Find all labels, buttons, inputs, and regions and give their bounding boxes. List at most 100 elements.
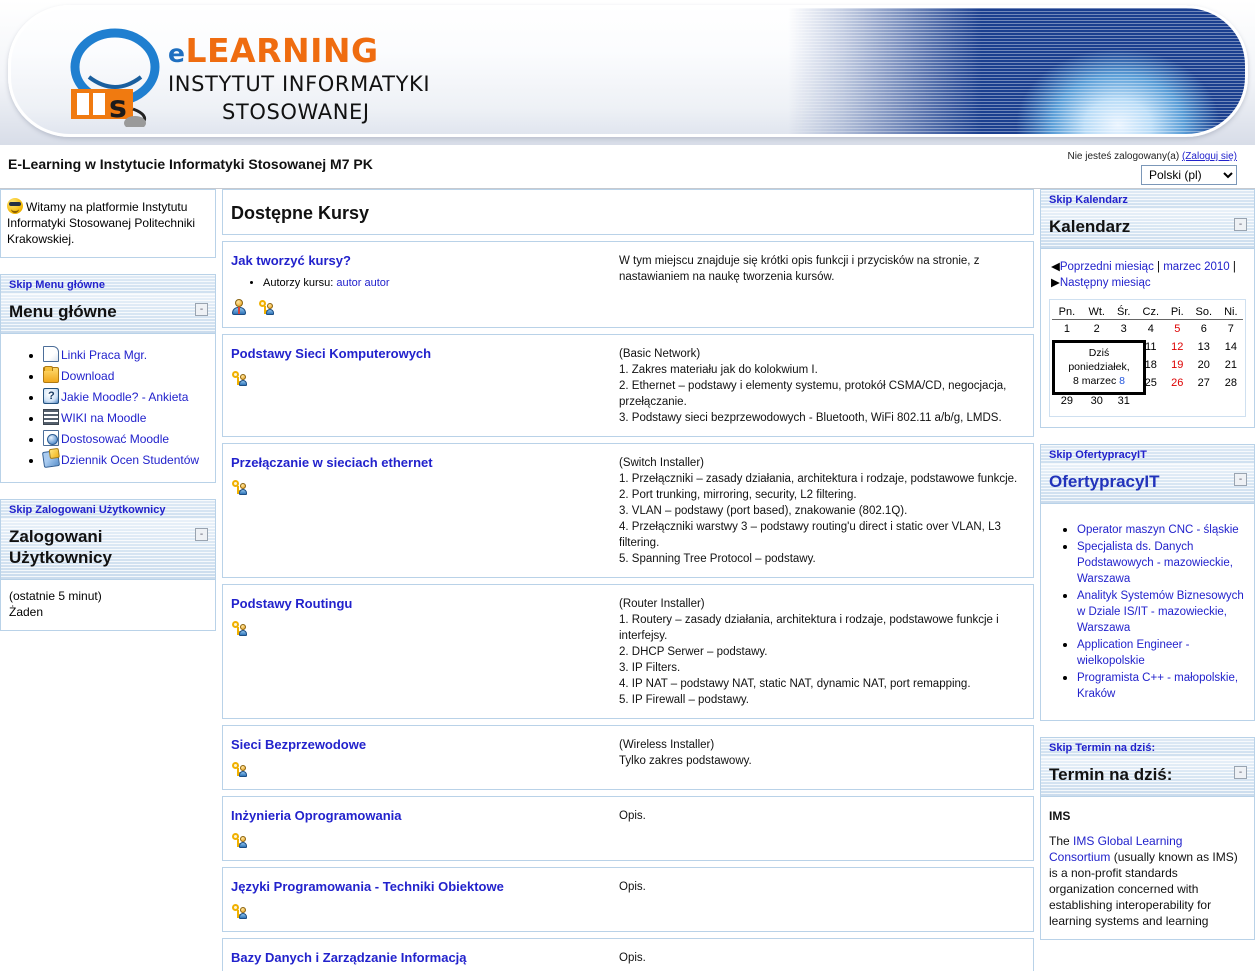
list-item[interactable]: Linki Praca Mgr. bbox=[43, 346, 207, 364]
calendar-collapse-button[interactable]: - bbox=[1234, 218, 1247, 231]
course-icons bbox=[231, 903, 611, 921]
sidebar-item-label[interactable]: Download bbox=[61, 369, 114, 383]
calendar-day[interactable]: 14 bbox=[1219, 338, 1243, 356]
course-item: Podstawy Routingu (Router Installer) 1. … bbox=[222, 584, 1034, 719]
guest-key-icon[interactable] bbox=[231, 903, 247, 919]
guest-key-icon[interactable] bbox=[231, 761, 247, 777]
list-item[interactable]: Analityk Systemów Biznesowych w Dziale I… bbox=[1077, 588, 1246, 636]
jobs-body: Operator maszyn CNC - śląskie Specjalist… bbox=[1041, 504, 1254, 720]
calendar-day[interactable]: 27 bbox=[1189, 374, 1219, 392]
calendar-day[interactable]: 13 bbox=[1189, 338, 1219, 356]
banner-capsule: s eLEARNING INSTYTUT INFORMATYKI STOSOWA… bbox=[8, 5, 1248, 137]
job-link[interactable]: Specjalista ds. Danych Podstawowych - ma… bbox=[1077, 541, 1233, 585]
main-menu-body: Linki Praca Mgr. Download Jakie Moodle? … bbox=[1, 334, 215, 482]
list-item[interactable]: Dostosować Moodle bbox=[43, 430, 207, 448]
sidebar-item-label[interactable]: WIKI na Moodle bbox=[61, 411, 146, 425]
list-item[interactable]: Jakie Moodle? - Ankieta bbox=[43, 388, 207, 406]
tooltip-line-1: Dziś bbox=[1088, 347, 1110, 359]
wiki-icon bbox=[43, 409, 59, 425]
calendar-grid-wrapper: Pn. Wt. Śr. Cz. Pi. So. Ni. 1 2 3 4 5 6 … bbox=[1049, 299, 1246, 417]
sidebar-item-label[interactable]: Dziennik Ocen Studentów bbox=[61, 453, 199, 467]
sidebar-item-label[interactable]: Linki Praca Mgr. bbox=[61, 348, 147, 362]
course-link[interactable]: Inżynieria Oprogramowania bbox=[231, 807, 402, 824]
guest-key-icon[interactable] bbox=[231, 620, 247, 636]
online-users-none: Żaden bbox=[9, 605, 44, 619]
logo-wordmark: eLEARNING INSTYTUT INFORMATYKI STOSOWANE… bbox=[168, 31, 430, 124]
calendar-nav: ◀Poprzedni miesiąc | marzec 2010 | ▶Nast… bbox=[1049, 257, 1246, 299]
language-select[interactable]: Polski (pl) bbox=[1141, 165, 1237, 185]
site-title-bar: E-Learning w Instytucie Informatyki Stos… bbox=[0, 145, 1255, 189]
logo-line-2: INSTYTUT INFORMATYKI bbox=[168, 72, 431, 96]
calendar-day[interactable]: 20 bbox=[1189, 356, 1219, 374]
calendar-day[interactable]: 19 bbox=[1166, 356, 1189, 374]
course-author-link[interactable]: autor autor bbox=[336, 277, 389, 289]
page-title: E-Learning w Instytucie Informatyki Stos… bbox=[8, 156, 373, 172]
calendar-day[interactable]: 6 bbox=[1189, 320, 1219, 339]
calendar-weekday: Pn. bbox=[1052, 304, 1082, 320]
page-body: Witamy na platformie Instytutu Informaty… bbox=[0, 189, 1255, 971]
current-month-link[interactable]: marzec 2010 bbox=[1163, 261, 1229, 273]
calendar-day[interactable]: 7 bbox=[1219, 320, 1243, 339]
sidebar-item-label[interactable]: Jakie Moodle? - Ankieta bbox=[61, 390, 188, 404]
next-month-arrow-icon: ▶ bbox=[1051, 277, 1060, 289]
skip-jobs-link[interactable]: Skip OfertypracyIT bbox=[1041, 445, 1254, 464]
skip-calendar-link[interactable]: Skip Kalendarz bbox=[1041, 190, 1254, 209]
calendar-day[interactable]: 12 bbox=[1166, 338, 1189, 356]
next-month-link[interactable]: Następny miesiąc bbox=[1060, 277, 1151, 289]
guest-key-icon[interactable] bbox=[231, 370, 247, 386]
course-link[interactable]: Języki Programowania - Techniki Obiektow… bbox=[231, 878, 504, 895]
course-icons bbox=[231, 620, 611, 638]
list-item[interactable]: Download bbox=[43, 366, 207, 385]
main-menu-collapse-button[interactable]: - bbox=[195, 303, 208, 316]
calendar-header: Kalendarz - bbox=[1041, 209, 1254, 249]
course-link[interactable]: Podstawy Routingu bbox=[231, 595, 352, 612]
course-link[interactable]: Podstawy Sieci Komputerowych bbox=[231, 345, 431, 362]
calendar-day[interactable]: 5 bbox=[1166, 320, 1189, 339]
course-item: Bazy Danych i Zarządzanie Informacją Opi… bbox=[222, 938, 1034, 971]
list-item[interactable]: Specjalista ds. Danych Podstawowych - ma… bbox=[1077, 539, 1246, 587]
list-item[interactable]: Programista C++ - małopolskie, Kraków bbox=[1077, 670, 1246, 702]
job-link[interactable]: Operator maszyn CNC - śląskie bbox=[1077, 524, 1239, 536]
job-link[interactable]: Programista C++ - małopolskie, Kraków bbox=[1077, 672, 1238, 700]
course-icons bbox=[231, 832, 611, 850]
prev-month-arrow-icon: ◀ bbox=[1051, 261, 1060, 273]
course-summary-text: Opis. bbox=[619, 952, 646, 964]
iis-logo-icon: s bbox=[70, 28, 160, 127]
calendar-day[interactable]: 1 bbox=[1052, 320, 1082, 339]
guest-key-icon[interactable] bbox=[231, 832, 247, 848]
course-link[interactable]: Sieci Bezprzewodowe bbox=[231, 736, 366, 753]
tooltip-today-number[interactable]: 8 bbox=[1119, 375, 1125, 387]
term-collapse-button[interactable]: - bbox=[1234, 766, 1247, 779]
guest-key-icon[interactable] bbox=[258, 299, 275, 315]
list-item[interactable]: Dziennik Ocen Studentów bbox=[41, 449, 207, 469]
calendar-day[interactable]: 26 bbox=[1166, 374, 1189, 392]
sidebar-item-label[interactable]: Dostosować Moodle bbox=[61, 432, 169, 446]
calendar-day[interactable]: 3 bbox=[1112, 320, 1136, 339]
calendar-day[interactable]: 21 bbox=[1219, 356, 1243, 374]
course-link[interactable]: Jak tworzyć kursy? bbox=[231, 252, 351, 269]
calendar-day[interactable]: 2 bbox=[1082, 320, 1112, 339]
list-item[interactable]: WIKI na Moodle bbox=[43, 409, 207, 427]
login-link[interactable]: (Zaloguj się) bbox=[1182, 151, 1237, 162]
skip-term-link[interactable]: Skip Termin na dziś: bbox=[1041, 738, 1254, 757]
course-link[interactable]: Przełączanie w sieciach ethernet bbox=[231, 454, 433, 471]
jobs-collapse-button[interactable]: - bbox=[1234, 473, 1247, 486]
course-left: Inżynieria Oprogramowania bbox=[223, 797, 619, 860]
prev-month-link[interactable]: Poprzedni miesiąc bbox=[1060, 261, 1154, 273]
jobs-block: Skip OfertypracyIT OfertypracyIT - Opera… bbox=[1040, 444, 1255, 721]
calendar-week-row: 1 2 3 4 5 6 7 bbox=[1052, 320, 1243, 339]
job-link[interactable]: Analityk Systemów Biznesowych w Dziale I… bbox=[1077, 590, 1244, 634]
calendar-day[interactable]: 28 bbox=[1219, 374, 1243, 392]
course-authors-list: Autorzy kursu: autor autor bbox=[231, 276, 611, 291]
skip-online-users-link[interactable]: Skip Zalogowani Użytkownicy bbox=[1, 500, 215, 519]
user-icon[interactable] bbox=[231, 299, 247, 315]
list-item[interactable]: Operator maszyn CNC - śląskie bbox=[1077, 522, 1246, 538]
guest-key-icon[interactable] bbox=[231, 479, 247, 495]
skip-main-menu-link[interactable]: Skip Menu główne bbox=[1, 275, 215, 294]
job-link[interactable]: Application Engineer - wielkopolskie bbox=[1077, 639, 1190, 667]
course-link[interactable]: Bazy Danych i Zarządzanie Informacją bbox=[231, 949, 467, 966]
calendar-day[interactable]: 4 bbox=[1136, 320, 1166, 339]
online-users-collapse-button[interactable]: - bbox=[195, 528, 208, 541]
list-item[interactable]: Application Engineer - wielkopolskie bbox=[1077, 637, 1246, 669]
calendar-day bbox=[1166, 392, 1189, 410]
